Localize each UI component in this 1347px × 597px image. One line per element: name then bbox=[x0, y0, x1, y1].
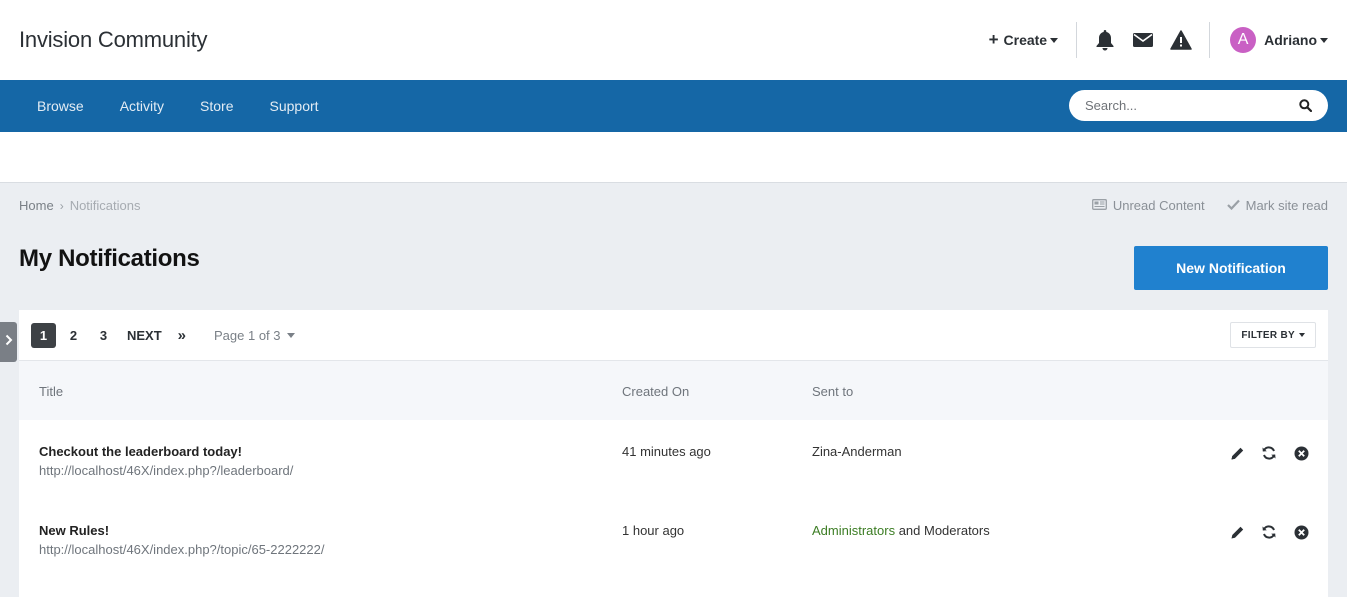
sent-to: Zina-Anderman bbox=[812, 444, 902, 459]
refresh-icon[interactable] bbox=[1260, 444, 1278, 462]
nav-item-store[interactable]: Store bbox=[182, 98, 251, 114]
page-link-3[interactable]: 3 bbox=[91, 323, 116, 348]
newspaper-icon bbox=[1091, 198, 1107, 213]
main-nav: Browse Activity Store Support bbox=[0, 80, 1347, 132]
mark-site-read-link[interactable]: Mark site read bbox=[1226, 198, 1328, 213]
avatar: A bbox=[1230, 27, 1257, 53]
plus-icon: + bbox=[988, 30, 999, 49]
user-menu[interactable]: A Adriano bbox=[1210, 27, 1328, 53]
created-on: 41 minutes ago bbox=[622, 444, 711, 459]
next-page-link[interactable]: NEXT bbox=[127, 323, 162, 348]
page-title: My Notifications bbox=[19, 245, 200, 272]
user-name: Adriano bbox=[1264, 32, 1317, 48]
column-created-on[interactable]: Created On bbox=[622, 384, 689, 399]
create-button[interactable]: + Create bbox=[989, 30, 1059, 50]
breadcrumb: Home › Notifications bbox=[19, 198, 141, 213]
pagination-bar: 1 2 3 NEXT » Page 1 of 3 FILTER BY bbox=[19, 310, 1328, 361]
chevron-right-icon bbox=[5, 333, 13, 351]
nav-item-activity[interactable]: Activity bbox=[102, 98, 182, 114]
header-icons bbox=[1077, 29, 1209, 51]
column-title[interactable]: Title bbox=[39, 384, 63, 399]
header-spacer bbox=[0, 132, 1347, 183]
notification-url[interactable]: http://localhost/46X/index.php?/topic/65… bbox=[39, 542, 325, 557]
pencil-icon[interactable] bbox=[1228, 444, 1246, 462]
sent-to-rest: and Moderators bbox=[895, 523, 990, 538]
row-actions bbox=[1228, 523, 1310, 541]
search-box bbox=[1069, 90, 1328, 121]
chevron-right-icon: › bbox=[59, 198, 64, 213]
page-jump-dropdown[interactable]: Page 1 of 3 bbox=[214, 328, 295, 343]
row-title-cell: New Rules! http://localhost/46X/index.ph… bbox=[39, 523, 325, 557]
table-row: New Rules! http://localhost/46X/index.ph… bbox=[19, 499, 1328, 578]
breadcrumb-current: Notifications bbox=[69, 198, 141, 213]
close-icon[interactable] bbox=[1292, 444, 1310, 462]
filter-by-button[interactable]: FILTER BY bbox=[1230, 322, 1316, 348]
page-link-2[interactable]: 2 bbox=[61, 323, 86, 348]
page-of-label: Page 1 of 3 bbox=[214, 327, 281, 343]
notifications-panel: 1 2 3 NEXT » Page 1 of 3 FILTER BY Title… bbox=[19, 310, 1328, 597]
search-input[interactable] bbox=[1085, 98, 1285, 113]
created-on: 1 hour ago bbox=[622, 523, 685, 538]
mark-site-read-label: Mark site read bbox=[1245, 198, 1328, 213]
nav-item-support[interactable]: Support bbox=[252, 98, 337, 114]
notification-url[interactable]: http://localhost/46X/index.php?/leaderbo… bbox=[39, 463, 293, 478]
nav-item-browse[interactable]: Browse bbox=[19, 98, 102, 114]
column-sent-to[interactable]: Sent to bbox=[812, 384, 853, 399]
page-link-1[interactable]: 1 bbox=[31, 322, 56, 348]
caret-down-icon bbox=[1299, 333, 1305, 337]
breadcrumb-home[interactable]: Home bbox=[19, 198, 54, 213]
caret-down-icon bbox=[286, 332, 295, 338]
row-title-cell: Checkout the leaderboard today! http://l… bbox=[39, 444, 293, 478]
caret-down-icon bbox=[1320, 37, 1328, 43]
check-icon bbox=[1226, 198, 1240, 213]
unread-content-label: Unread Content bbox=[1112, 198, 1205, 213]
filter-by-label: FILTER BY bbox=[1241, 329, 1295, 341]
user-bar: + Create A Adriano bbox=[989, 0, 1328, 80]
refresh-icon[interactable] bbox=[1260, 523, 1278, 541]
last-page-link[interactable]: » bbox=[178, 327, 186, 344]
sent-to-member[interactable]: Zina-Anderman bbox=[812, 444, 902, 459]
new-notification-button[interactable]: New Notification bbox=[1134, 246, 1328, 290]
create-label: Create bbox=[1003, 32, 1048, 48]
warning-icon[interactable] bbox=[1170, 29, 1192, 51]
unread-content-link[interactable]: Unread Content bbox=[1091, 198, 1205, 213]
nav-items: Browse Activity Store Support bbox=[19, 80, 337, 132]
notification-title[interactable]: Checkout the leaderboard today! bbox=[39, 444, 293, 459]
sent-to-group[interactable]: Administrators bbox=[812, 523, 895, 538]
search-icon[interactable] bbox=[1299, 99, 1312, 112]
site-header: Invision Community + Create A Adriano bbox=[0, 0, 1347, 80]
breadcrumb-actions: Unread Content Mark site read bbox=[1091, 198, 1328, 213]
row-actions bbox=[1228, 444, 1310, 462]
caret-down-icon bbox=[1050, 37, 1059, 43]
site-logo[interactable]: Invision Community bbox=[19, 27, 208, 53]
close-icon[interactable] bbox=[1292, 523, 1310, 541]
table-row: Checkout the leaderboard today! http://l… bbox=[19, 420, 1328, 499]
pencil-icon[interactable] bbox=[1228, 523, 1246, 541]
table-header: Title Created On Sent to bbox=[19, 361, 1328, 420]
envelope-icon[interactable] bbox=[1132, 29, 1154, 51]
bell-icon[interactable] bbox=[1094, 29, 1116, 51]
sent-to: Administrators and Moderators bbox=[812, 523, 990, 538]
sidebar-toggle[interactable] bbox=[0, 322, 17, 362]
notification-title[interactable]: New Rules! bbox=[39, 523, 325, 538]
